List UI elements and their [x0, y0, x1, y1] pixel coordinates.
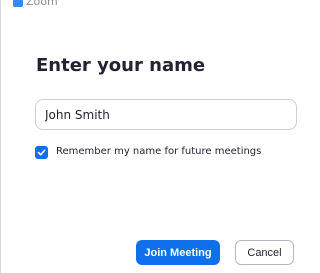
cancel-button[interactable]: Cancel — [235, 240, 294, 265]
join-name-dialog: Zoom Enter your name Remember my name fo… — [0, 0, 298, 273]
page-title: Enter your name — [36, 55, 206, 76]
join-meeting-button[interactable]: Join Meeting — [136, 240, 220, 265]
zoom-app-icon — [13, 0, 23, 7]
remember-name-checkbox[interactable] — [35, 145, 48, 159]
remember-name-checkbox-row[interactable]: Remember my name for future meetings — [35, 145, 261, 159]
window-title: Zoom — [26, 0, 58, 8]
remember-name-label: Remember my name for future meetings — [56, 146, 262, 157]
checkmark-icon — [37, 149, 46, 155]
title-bar[interactable]: Zoom — [0, 0, 298, 16]
name-input[interactable] — [35, 99, 297, 130]
window-edge — [0, 0, 1, 273]
